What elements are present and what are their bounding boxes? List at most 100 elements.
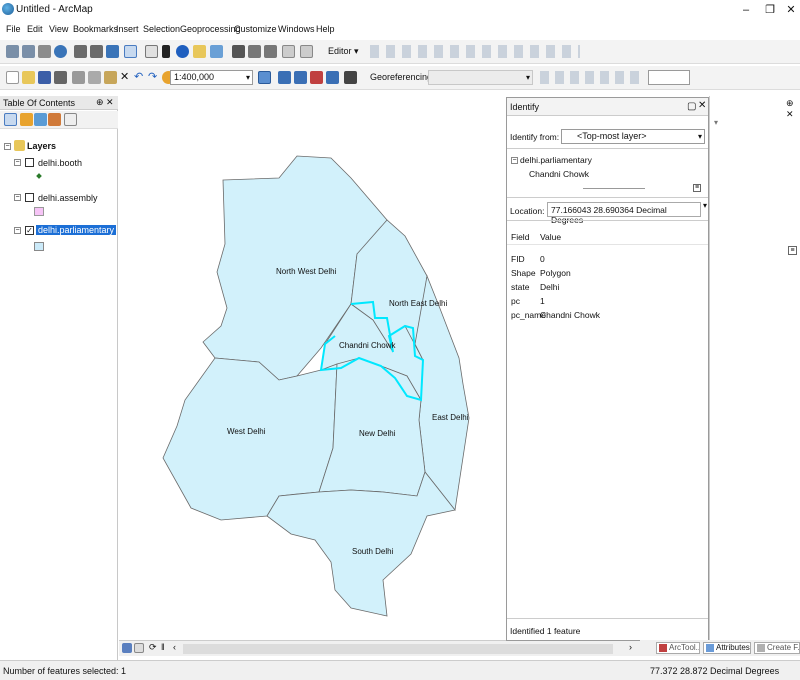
- minimize-button[interactable]: –: [733, 2, 759, 18]
- right-pane-arrow-icon[interactable]: ▾: [714, 118, 718, 127]
- zoom-in-icon[interactable]: [6, 45, 19, 58]
- tab-create-features[interactable]: Create F...: [754, 642, 800, 654]
- go-to-xy-icon[interactable]: [264, 45, 277, 58]
- identify-icon[interactable]: [176, 45, 189, 58]
- menu-bookmarks[interactable]: Bookmarks: [73, 24, 118, 34]
- zoom-out-icon[interactable]: [22, 45, 35, 58]
- expand-parliamentary-icon[interactable]: −: [14, 227, 21, 234]
- identify-close-icon[interactable]: ✕: [698, 100, 706, 111]
- create-viewer-icon[interactable]: [300, 45, 313, 58]
- assembly-visibility-checkbox[interactable]: [25, 193, 34, 202]
- arctoolbox-icon[interactable]: [326, 71, 339, 84]
- tab-arctoolbox[interactable]: ArcTool...: [656, 642, 700, 654]
- expand-booth-icon[interactable]: −: [14, 159, 21, 166]
- editor-menu[interactable]: Editor ▾: [328, 46, 359, 57]
- georef-text-field[interactable]: [648, 70, 690, 85]
- value-shape[interactable]: Polygon: [540, 268, 571, 278]
- close-button[interactable]: ✕: [778, 2, 800, 18]
- value-pc[interactable]: 1: [540, 296, 545, 306]
- georef-tools-group[interactable]: [540, 71, 640, 84]
- map-navigation-bar: ⟳ ‖ ‹ ›: [119, 640, 640, 656]
- identify-restore-icon[interactable]: ▢: [687, 101, 696, 112]
- booth-visibility-checkbox[interactable]: [25, 158, 34, 167]
- menu-geoprocessing[interactable]: Geoprocessing: [180, 24, 241, 34]
- right-pane-expand-icon[interactable]: ≡: [788, 246, 797, 255]
- menu-selection[interactable]: Selection: [143, 24, 180, 34]
- tab-attributes[interactable]: Attributes: [703, 642, 751, 654]
- tab-attributes-label: Attributes: [716, 643, 750, 652]
- pause-drawing-icon[interactable]: ‖: [161, 642, 165, 652]
- delete-icon[interactable]: ✕: [120, 70, 129, 83]
- map-canvas[interactable]: North West Delhi North East Delhi Chandn…: [119, 96, 507, 640]
- python-window-icon[interactable]: [344, 71, 357, 84]
- open-folder-icon[interactable]: [22, 71, 35, 84]
- map-scale-select[interactable]: 1:400,000 ▾: [170, 70, 253, 85]
- hyperlink-icon[interactable]: [193, 45, 206, 58]
- identify-tree-feature[interactable]: Chandni Chowk: [529, 169, 589, 179]
- georef-layer-select[interactable]: ▾: [428, 70, 533, 85]
- new-document-icon[interactable]: [6, 71, 19, 84]
- table-of-contents-icon[interactable]: [278, 71, 291, 84]
- scroll-right-icon[interactable]: ›: [629, 642, 632, 652]
- menu-help[interactable]: Help: [316, 24, 335, 34]
- parliamentary-visibility-checkbox[interactable]: ✓: [25, 226, 34, 235]
- location-field[interactable]: 77.166043 28.690364 Decimal Degrees: [547, 202, 701, 225]
- copy-icon[interactable]: [88, 71, 101, 84]
- html-popup-icon[interactable]: [210, 45, 223, 58]
- value-state[interactable]: Delhi: [540, 282, 559, 292]
- menu-customize[interactable]: Customize: [234, 24, 277, 34]
- data-view-icon[interactable]: [122, 643, 132, 653]
- redo-icon[interactable]: ↷: [148, 70, 157, 83]
- list-by-visibility-icon[interactable]: [34, 113, 47, 126]
- right-pane-pin-close[interactable]: ⊕ ✕: [786, 98, 800, 120]
- refresh-icon[interactable]: ⟳: [149, 642, 157, 653]
- value-fid[interactable]: 0: [540, 254, 545, 264]
- editor-toolbar-icon[interactable]: [258, 71, 271, 84]
- layout-view-icon[interactable]: [134, 643, 144, 653]
- menu-insert[interactable]: Insert: [116, 24, 139, 34]
- fixed-zoom-out-icon[interactable]: [90, 45, 103, 58]
- map-display[interactable]: North West Delhi North East Delhi Chandn…: [119, 96, 507, 640]
- catalog-icon[interactable]: [294, 71, 307, 84]
- toc-pin-close[interactable]: ⊕ ✕: [96, 97, 114, 108]
- print-icon[interactable]: [54, 71, 67, 84]
- options-icon[interactable]: [64, 113, 77, 126]
- menu-edit[interactable]: Edit: [27, 24, 43, 34]
- paste-icon[interactable]: [104, 71, 117, 84]
- layers-group-label[interactable]: Layers: [27, 141, 56, 151]
- collapse-tree-icon[interactable]: −: [511, 157, 518, 164]
- search-window-icon[interactable]: [310, 71, 323, 84]
- time-slider-icon[interactable]: [282, 45, 295, 58]
- save-icon[interactable]: [38, 71, 51, 84]
- location-menu-icon[interactable]: ▾: [703, 201, 707, 210]
- find-route-icon[interactable]: [248, 45, 261, 58]
- layer-name-assembly[interactable]: delhi.assembly: [38, 193, 98, 203]
- scroll-left-icon[interactable]: ‹: [173, 642, 176, 652]
- fixed-zoom-in-icon[interactable]: [74, 45, 87, 58]
- tree-expand-icon[interactable]: ≡: [693, 184, 701, 192]
- menu-file[interactable]: File: [6, 24, 21, 34]
- list-by-drawing-order-icon[interactable]: [4, 113, 17, 126]
- cut-icon[interactable]: [72, 71, 85, 84]
- menu-windows[interactable]: Windows: [278, 24, 315, 34]
- select-features-icon[interactable]: [124, 45, 137, 58]
- select-elements-icon[interactable]: [162, 45, 170, 58]
- back-extent-icon[interactable]: [106, 45, 119, 58]
- menu-view[interactable]: View: [49, 24, 68, 34]
- pan-icon[interactable]: [38, 45, 51, 58]
- undo-icon[interactable]: ↶: [134, 70, 143, 83]
- identify-from-select[interactable]: <Top-most layer> ▾: [561, 129, 705, 144]
- find-icon[interactable]: [232, 45, 245, 58]
- full-extent-icon[interactable]: [54, 45, 67, 58]
- list-by-selection-icon[interactable]: [48, 113, 61, 126]
- identify-tree-layer[interactable]: delhi.parliamentary: [520, 155, 592, 165]
- layer-name-parliamentary[interactable]: delhi.parliamentary: [36, 225, 117, 235]
- horizontal-scrollbar[interactable]: [183, 644, 613, 654]
- clear-selection-icon[interactable]: [145, 45, 158, 58]
- expand-layers-icon[interactable]: −: [4, 143, 11, 150]
- layer-name-booth[interactable]: delhi.booth: [38, 158, 82, 168]
- list-by-source-icon[interactable]: [20, 113, 33, 126]
- expand-assembly-icon[interactable]: −: [14, 194, 21, 201]
- value-pc-name[interactable]: Chandni Chowk: [540, 310, 600, 320]
- editor-tools-group[interactable]: [370, 45, 580, 58]
